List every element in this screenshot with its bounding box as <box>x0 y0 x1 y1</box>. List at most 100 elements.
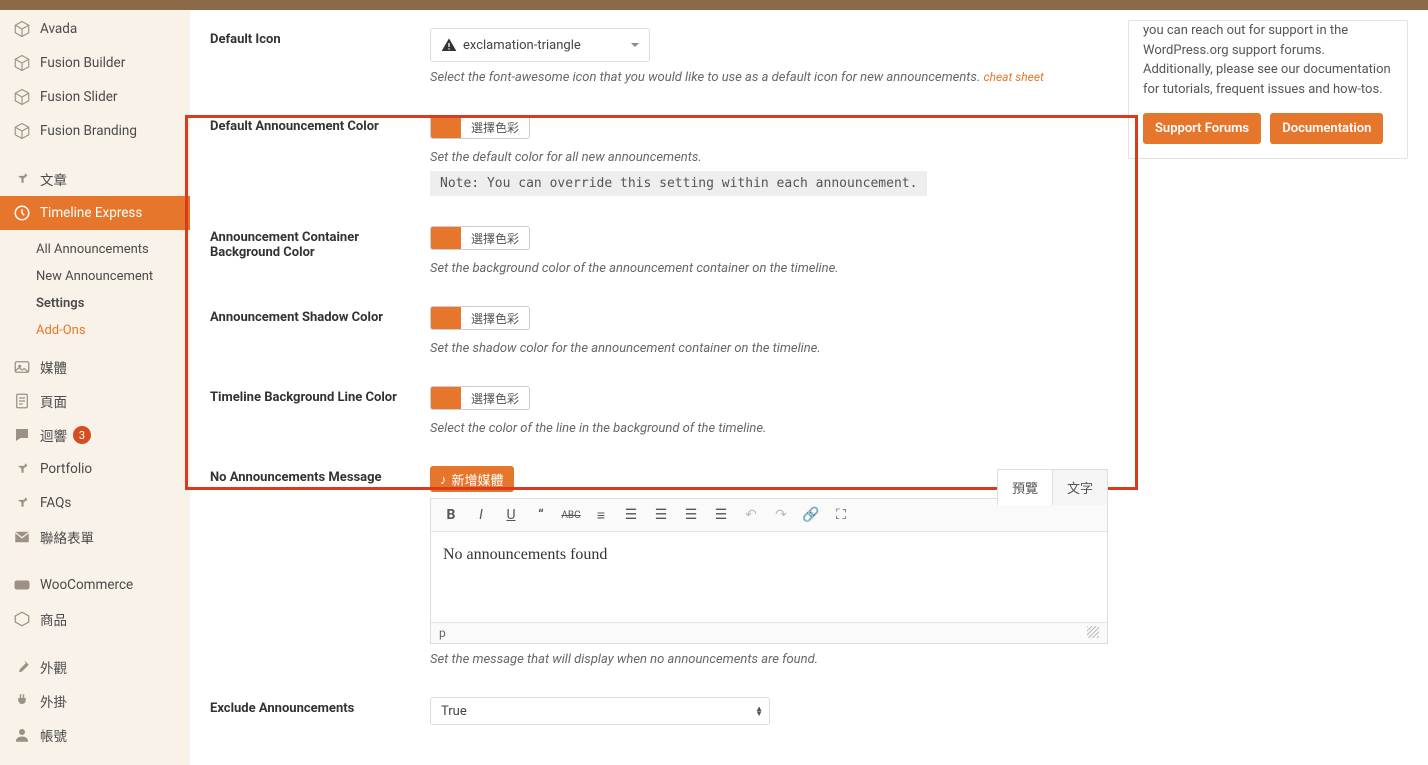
quote-icon[interactable]: “ <box>531 505 551 525</box>
default-icon-help: Select the font-awesome icon that you wo… <box>430 70 1108 85</box>
sidebar-item-label: 文章 <box>40 169 67 189</box>
undo-icon[interactable]: ↶ <box>741 505 761 525</box>
brush-icon <box>12 657 32 677</box>
ol-icon[interactable]: ☰ <box>621 505 641 525</box>
admin-sidebar: Avada Fusion Builder Fusion Slider Fusion B… <box>0 10 190 765</box>
color-picker-label: 選擇色彩 <box>461 390 529 407</box>
media-icon <box>12 357 32 377</box>
page-icon <box>12 391 32 411</box>
resize-handle-icon[interactable] <box>1087 626 1099 638</box>
color-picker-button[interactable]: 選擇色彩 <box>430 306 530 330</box>
sidebar-subitem[interactable]: Add-Ons <box>0 317 190 344</box>
sidebar-item[interactable]: 聯絡表單 <box>0 520 190 554</box>
no-announcements-help: Set the message that will display when n… <box>430 652 1108 667</box>
sidebar-item[interactable]: 頁面 <box>0 384 190 418</box>
sidebar-item-label: 聯絡表單 <box>40 527 94 547</box>
music-note-icon: ♪ <box>440 472 447 487</box>
exclude-select[interactable]: True ▲▼ <box>430 697 770 725</box>
setting-help: Set the shadow color for the announcemen… <box>430 341 1108 356</box>
exclamation-triangle-icon <box>441 37 457 53</box>
sidebar-item[interactable]: Timeline Express <box>0 196 190 230</box>
setting-help: Select the color of the line in the back… <box>430 421 1108 436</box>
admin-topbar <box>0 0 1428 10</box>
setting-label: Timeline Background Line Color <box>210 386 430 436</box>
user-icon <box>12 725 32 745</box>
sidebar-item-label: 帳號 <box>40 725 67 745</box>
right-column: you can reach out for support in the Wor… <box>1128 10 1428 765</box>
redo-icon[interactable]: ↷ <box>771 505 791 525</box>
sidebar-item-label: 商品 <box>40 609 67 629</box>
setting-label: Announcement Shadow Color <box>210 306 430 356</box>
sidebar-item-label: Timeline Express <box>40 205 142 221</box>
sidebar-item[interactable]: 外掛 <box>0 684 190 718</box>
plug-icon <box>12 691 32 711</box>
sidebar-item[interactable]: WooCommerce <box>0 568 190 602</box>
support-text: you can reach out for support in the Wor… <box>1143 21 1393 99</box>
setting-help: Set the default color for all new announ… <box>430 150 1108 165</box>
sidebar-item[interactable]: 商品 <box>0 602 190 636</box>
color-picker-button[interactable]: 選擇色彩 <box>430 115 530 139</box>
setting-label: Announcement Container Background Color <box>210 226 430 276</box>
woo-icon <box>12 575 32 595</box>
add-media-button[interactable]: ♪新增媒體 <box>430 466 514 492</box>
sidebar-item[interactable]: Fusion Builder <box>0 46 190 80</box>
bold-icon[interactable]: B <box>441 505 461 525</box>
sidebar-item[interactable]: 文章 <box>0 162 190 196</box>
color-swatch <box>431 116 461 138</box>
box-icon <box>12 609 32 629</box>
stepper-icon: ▲▼ <box>755 706 763 716</box>
sidebar-item-label: FAQs <box>40 495 71 511</box>
sidebar-item-label: WooCommerce <box>40 577 133 593</box>
sidebar-item-label: Fusion Branding <box>40 123 137 139</box>
exclude-label: Exclude Announcements <box>210 697 430 725</box>
default-icon-select[interactable]: exclamation-triangle <box>430 28 650 62</box>
sidebar-subitem[interactable]: All Announcements <box>0 236 190 263</box>
cube-icon <box>12 121 32 141</box>
ul-icon[interactable]: ≡ <box>591 505 611 525</box>
color-picker-label: 選擇色彩 <box>461 310 529 327</box>
underline-icon[interactable]: U <box>501 505 521 525</box>
sidebar-item[interactable]: Avada <box>0 12 190 46</box>
sidebar-item[interactable]: Fusion Branding <box>0 114 190 148</box>
sidebar-item-label: Avada <box>40 21 77 37</box>
fullscreen-icon[interactable]: ⛶ <box>831 505 851 525</box>
support-forums-button[interactable]: Support Forums <box>1143 113 1261 144</box>
color-picker-button[interactable]: 選擇色彩 <box>430 386 530 410</box>
default-icon-label: Default Icon <box>210 28 430 85</box>
default-icon-value: exclamation-triangle <box>463 38 581 53</box>
sidebar-item-label: 媒體 <box>40 357 67 377</box>
no-announcements-label: No Announcements Message <box>210 466 430 667</box>
sidebar-item[interactable]: Fusion Slider <box>0 80 190 114</box>
align-left-icon[interactable]: ☰ <box>651 505 671 525</box>
sidebar-item[interactable]: 媒體 <box>0 350 190 384</box>
sidebar-subitem[interactable]: Settings <box>0 290 190 317</box>
pin-icon <box>12 493 32 513</box>
cheat-sheet-link[interactable]: cheat sheet <box>983 70 1043 84</box>
cube-icon <box>12 53 32 73</box>
exclude-value: True <box>441 704 467 719</box>
sidebar-item[interactable]: Portfolio <box>0 452 190 486</box>
link-icon[interactable]: 🔗 <box>801 505 821 525</box>
color-swatch <box>431 227 461 249</box>
sidebar-item[interactable]: 帳號 <box>0 718 190 752</box>
color-swatch <box>431 307 461 329</box>
italic-icon[interactable]: I <box>471 505 491 525</box>
editor-tab-visual[interactable]: 預覽 <box>997 469 1053 505</box>
sidebar-subitem[interactable]: New Announcement <box>0 263 190 290</box>
align-center-icon[interactable]: ☰ <box>681 505 701 525</box>
setting-label: Default Announcement Color <box>210 115 430 196</box>
sidebar-item[interactable]: 外觀 <box>0 650 190 684</box>
editor-tab-text[interactable]: 文字 <box>1052 469 1108 505</box>
editor-content[interactable]: No announcements found <box>431 532 1107 622</box>
sidebar-item[interactable]: FAQs <box>0 486 190 520</box>
sidebar-item-label: Portfolio <box>40 461 92 477</box>
sidebar-item[interactable]: 迴響3 <box>0 418 190 452</box>
settings-main: Default Icon exclamation-triangle Select… <box>190 10 1128 765</box>
color-picker-button[interactable]: 選擇色彩 <box>430 226 530 250</box>
setting-note: Note: You can override this setting with… <box>430 171 927 196</box>
strike-icon[interactable]: ABC <box>561 505 581 525</box>
documentation-button[interactable]: Documentation <box>1270 113 1383 144</box>
align-right-icon[interactable]: ☰ <box>711 505 731 525</box>
color-picker-label: 選擇色彩 <box>461 119 529 136</box>
sidebar-item-label: Fusion Slider <box>40 89 117 105</box>
